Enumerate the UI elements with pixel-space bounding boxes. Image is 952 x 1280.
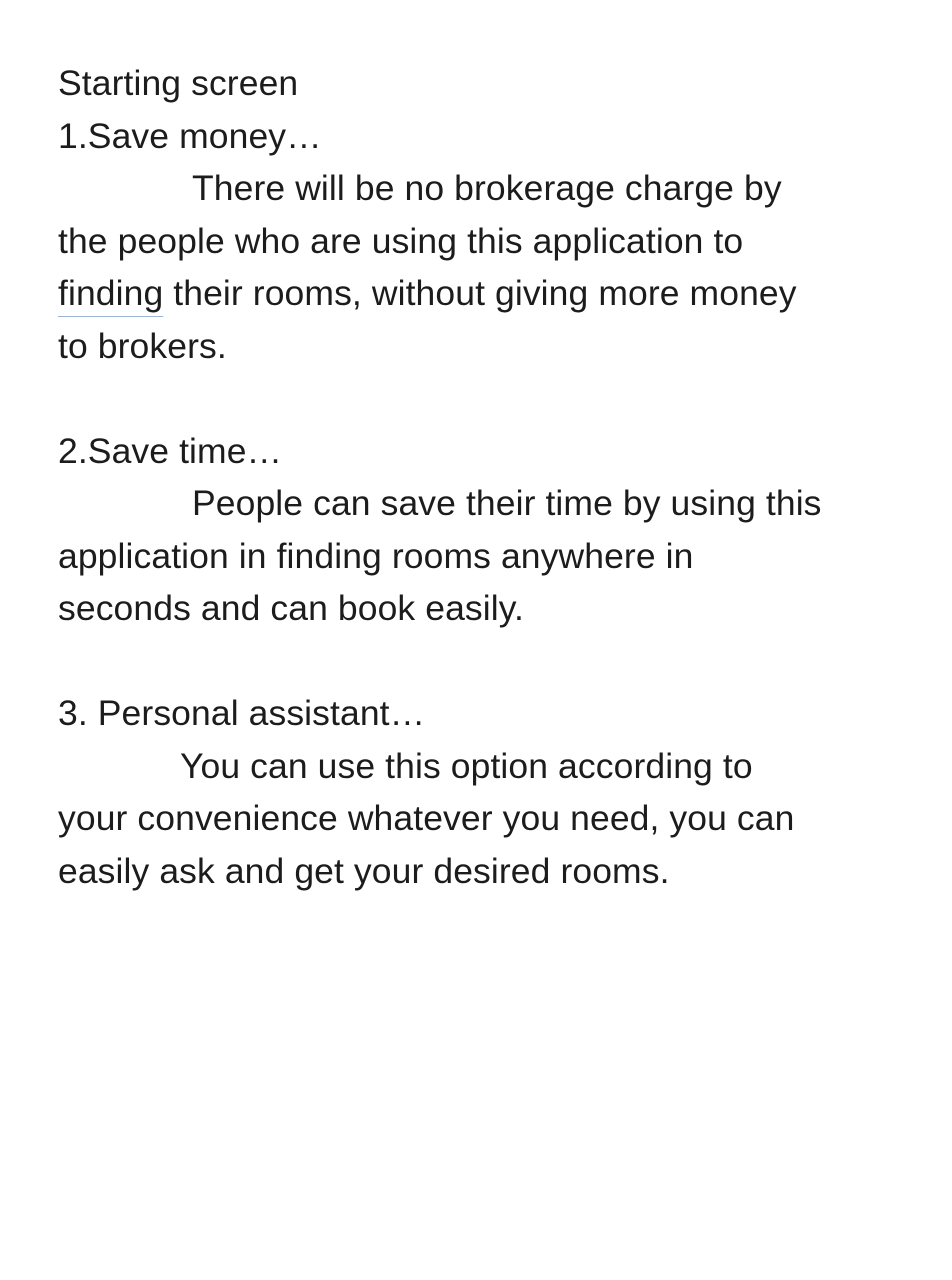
document-title: Starting screen (58, 63, 299, 103)
paragraph-line: You can use this option according to (180, 745, 753, 786)
section-heading-save-time: 2.Save time… (58, 430, 283, 471)
spellcheck-flagged-word[interactable]: finding (58, 273, 163, 313)
section-heading-personal-assistant: 3. Personal assistant… (58, 693, 426, 733)
paragraph-line: your convenience whatever you need, you … (58, 798, 795, 838)
paragraph-line: seconds and can book easily. (58, 588, 524, 628)
paragraph-line: application in finding rooms anywhere in (58, 535, 694, 576)
paragraph-line-rest: their rooms, without giving more money (163, 273, 797, 313)
paragraph-line: There will be no brokerage charge by (192, 168, 782, 208)
paragraph-line: easily ask and get your desired rooms. (58, 850, 670, 891)
paragraph-line: to brokers. (58, 325, 227, 366)
paragraph-line: People can save their time by using this (192, 483, 822, 523)
document-body: Starting screen 1.Save money… There will… (58, 57, 918, 897)
paragraph-line: the people who are using this applicatio… (58, 220, 744, 261)
section-heading-save-money: 1.Save money… (58, 115, 322, 156)
paragraph-line: finding their rooms, without giving more… (58, 267, 918, 320)
